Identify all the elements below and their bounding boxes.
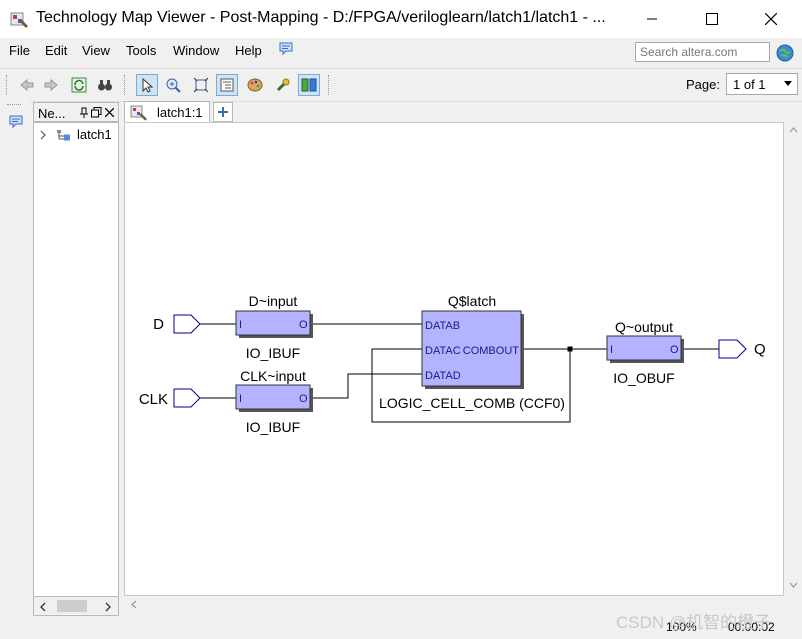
search-input[interactable]: Search altera.com	[635, 42, 770, 62]
toolbar-grip[interactable]	[328, 75, 331, 95]
canvas-vertical-scrollbar[interactable]	[784, 122, 802, 596]
tech-map-icon	[130, 105, 147, 121]
pin-icon[interactable]	[79, 107, 89, 119]
clk-input-pin-i: I	[239, 393, 242, 405]
output-port-q-label: Q	[754, 341, 766, 358]
plus-icon	[218, 107, 228, 117]
menu-window[interactable]: Window	[173, 43, 219, 58]
latch-name: Q$latch	[448, 293, 496, 309]
scroll-left-icon[interactable]	[130, 600, 137, 609]
tree-item-label: latch1	[77, 127, 112, 142]
scroll-up-icon[interactable]	[789, 126, 798, 133]
latch-pin-combout: COMBOUT	[463, 345, 520, 357]
close-icon	[765, 13, 777, 25]
watermark: CSDN @机智的橙子	[616, 613, 772, 632]
d-input-type: IO_IBUF	[246, 345, 300, 361]
nav-pane-title: Ne...	[38, 106, 66, 121]
menu-help[interactable]: Help	[235, 43, 262, 58]
find-binoculars-icon[interactable]	[94, 74, 116, 96]
globe-icon[interactable]	[776, 44, 794, 65]
clk-input-name: CLK~input	[240, 368, 306, 384]
input-port-d-label: D	[153, 316, 164, 333]
palette-icon[interactable]	[244, 74, 266, 96]
menu-edit[interactable]: Edit	[45, 43, 67, 58]
page-select-value: 1 of 1	[733, 77, 766, 92]
restore-icon[interactable]	[91, 107, 102, 118]
minimize-icon	[647, 18, 657, 20]
refresh-icon[interactable]	[68, 74, 90, 96]
new-tab-button[interactable]	[213, 102, 233, 122]
toolbar-grip[interactable]	[6, 75, 9, 95]
page-select[interactable]: 1 of 1	[726, 73, 798, 95]
page-label: Page:	[686, 77, 720, 92]
close-pane-icon[interactable]	[105, 108, 114, 117]
forward-icon[interactable]	[40, 74, 62, 96]
clk-input-pin-o: O	[299, 393, 308, 405]
hierarchy-tree: latch1	[33, 122, 119, 616]
messages-icon[interactable]	[8, 114, 24, 133]
hierarchy-node-icon	[57, 129, 70, 140]
nav-pane-header: Ne...	[33, 102, 119, 122]
latch-type: LOGIC_CELL_COMB (CCF0)	[379, 395, 565, 411]
chevron-right-icon[interactable]	[38, 130, 48, 140]
schematic-svg: D CLK Q D~input I O IO_IBUF CLK~input I …	[139, 293, 766, 435]
toolbar	[0, 68, 802, 102]
menu-view[interactable]: View	[82, 43, 110, 58]
left-side-strip	[0, 100, 30, 639]
toolbar-grip[interactable]	[124, 75, 127, 95]
help-comment-icon[interactable]	[278, 41, 294, 60]
scroll-right-icon[interactable]	[104, 602, 112, 612]
d-input-name: D~input	[249, 293, 298, 309]
selection-tool-icon[interactable]	[136, 74, 158, 96]
input-port-d[interactable]	[173, 314, 201, 334]
schematic-canvas[interactable]: D CLK Q D~input I O IO_IBUF CLK~input I …	[124, 122, 784, 596]
q-output-type: IO_OBUF	[613, 370, 674, 386]
scroll-down-icon[interactable]	[789, 582, 798, 589]
menu-tools[interactable]: Tools	[126, 43, 156, 58]
close-button[interactable]	[748, 0, 794, 38]
latch-pin-datad: DATAD	[425, 370, 461, 382]
chevron-down-icon	[784, 81, 792, 86]
latch-pin-datac: DATAC	[425, 345, 461, 357]
strip-grip	[7, 104, 21, 105]
latch-pin-datab: DATAB	[425, 320, 460, 332]
tree-item-latch1[interactable]: latch1	[38, 127, 112, 142]
q-output-pin-i: I	[610, 344, 613, 356]
d-input-pin-o: O	[299, 319, 308, 331]
q-output-pin-o: O	[670, 344, 679, 356]
hierarchy-list-icon[interactable]	[216, 74, 238, 96]
junction-dot	[567, 346, 573, 352]
split-view-icon[interactable]	[298, 74, 320, 96]
minimize-button[interactable]	[629, 0, 675, 38]
back-icon[interactable]	[16, 74, 38, 96]
app-icon	[10, 10, 30, 30]
d-input-pin-i: I	[239, 319, 242, 331]
input-port-clk-label: CLK	[139, 391, 168, 408]
zoom-tool-icon[interactable]	[162, 74, 184, 96]
maximize-button[interactable]	[689, 0, 735, 38]
nav-horizontal-scrollbar[interactable]	[33, 596, 119, 616]
window-title: Technology Map Viewer - Post-Mapping - D…	[36, 9, 606, 26]
clk-input-type: IO_IBUF	[246, 419, 300, 435]
input-port-clk[interactable]	[173, 388, 201, 408]
q-output-name: Q~output	[615, 319, 673, 335]
tab-latch1[interactable]: latch1:1	[124, 101, 210, 123]
tab-label: latch1:1	[157, 105, 203, 120]
output-port-q[interactable]	[718, 339, 747, 359]
scroll-thumb[interactable]	[57, 600, 87, 612]
scroll-left-icon[interactable]	[39, 602, 47, 612]
netlist-tool-icon[interactable]	[272, 74, 294, 96]
fit-in-window-icon[interactable]	[190, 74, 212, 96]
menu-file[interactable]: File	[9, 43, 30, 58]
maximize-icon	[706, 13, 718, 25]
